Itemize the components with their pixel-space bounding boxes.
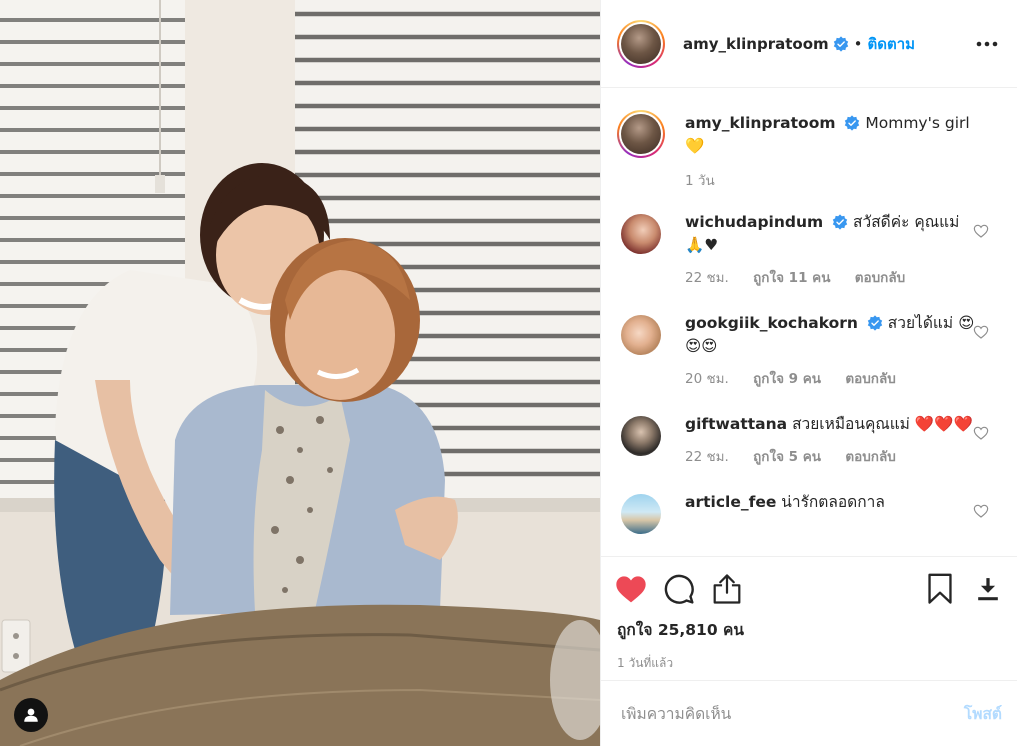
reply-button[interactable]: ตอบกลับ	[855, 270, 905, 286]
commenter-avatar[interactable]	[621, 214, 661, 254]
verified-badge-icon	[832, 214, 848, 230]
caption-author-avatar[interactable]	[617, 110, 665, 158]
comment-time[interactable]: 22 ชม.	[685, 449, 729, 465]
comment-likes[interactable]: ถูกใจ 9 คน	[753, 371, 821, 387]
share-button[interactable]	[707, 569, 747, 609]
comment-like-button[interactable]	[973, 324, 989, 340]
post-photo[interactable]	[0, 0, 600, 746]
heart-outline-icon	[973, 504, 989, 518]
author-avatar[interactable]	[617, 19, 665, 68]
comment-emoji: ❤️❤️❤️	[914, 415, 973, 433]
post-header: amy_klinpratoom • ติดตาม	[601, 0, 1017, 88]
comment-item: giftwattana สวยเหมือนคุณแม่ ❤️❤️❤️ 22 ชม…	[617, 413, 1001, 469]
caption-time[interactable]: 1 วัน	[685, 173, 715, 189]
photo-illustration	[0, 0, 600, 746]
verified-badge-icon	[833, 35, 849, 52]
comment-composer: โพสต์	[601, 680, 1017, 746]
download-button[interactable]	[968, 569, 1008, 609]
heart-filled-icon	[616, 576, 646, 603]
post-actions: ถูกใจ 25,810 คน 1 วันที่แล้ว	[601, 556, 1017, 673]
heart-outline-icon	[973, 224, 989, 238]
follow-button[interactable]: ติดตาม	[868, 32, 916, 56]
comment-emoji: 🙏♥	[685, 236, 719, 254]
comment-text: สวยได้แม่	[887, 314, 954, 332]
comment-likes[interactable]: ถูกใจ 5 คน	[753, 449, 821, 465]
comment-username[interactable]: gookgiik_kochakorn	[685, 314, 858, 332]
caption-emoji: 💛	[685, 137, 705, 155]
share-icon	[713, 574, 741, 604]
comment-username[interactable]: article_fee	[685, 493, 776, 511]
save-button[interactable]	[920, 569, 960, 609]
commenter-avatar[interactable]	[621, 416, 661, 456]
author-username[interactable]: amy_klinpratoom	[683, 35, 829, 53]
post-timestamp[interactable]: 1 วันที่แล้ว	[617, 654, 1002, 673]
comment-username[interactable]: giftwattana	[685, 415, 787, 433]
caption: amy_klinpratoom Mommy's girl 💛 1 วัน	[617, 108, 1001, 193]
comment-button[interactable]	[659, 569, 699, 609]
download-icon	[978, 578, 998, 601]
commenter-avatar[interactable]	[621, 315, 661, 355]
heart-outline-icon	[973, 325, 989, 339]
speech-bubble-icon	[664, 574, 694, 604]
comment-like-button[interactable]	[973, 223, 989, 239]
comment-like-button[interactable]	[973, 425, 989, 441]
reply-button[interactable]: ตอบกลับ	[845, 371, 895, 387]
like-button[interactable]	[611, 569, 651, 609]
comment-item: article_fee น่ารักตลอดกาล	[617, 491, 1001, 534]
comment-likes[interactable]: ถูกใจ 11 คน	[753, 270, 830, 286]
caption-text: Mommy's girl	[865, 114, 970, 132]
comment-time[interactable]: 22 ชม.	[685, 270, 729, 286]
likes-count[interactable]: ถูกใจ 25,810 คน	[617, 617, 1002, 642]
comment-text: สวัสดีค่ะ คุณแม่	[853, 213, 960, 231]
commenter-avatar[interactable]	[621, 494, 661, 534]
bookmark-icon	[928, 573, 952, 604]
header-separator: •	[853, 34, 863, 53]
reply-button[interactable]: ตอบกลับ	[845, 449, 895, 465]
ellipsis-icon	[976, 41, 998, 46]
more-options-button[interactable]	[973, 32, 1001, 56]
comment-item: gookgiik_kochakorn สวยได้แม่ 😍😍😍 20 ชม. …	[617, 312, 1001, 391]
comments-list[interactable]: amy_klinpratoom Mommy's girl 💛 1 วัน wic…	[601, 88, 1017, 556]
post-details-panel: amy_klinpratoom • ติดตาม amy_klinpratoom	[600, 0, 1017, 746]
comment-text: สวยเหมือนคุณแม่	[792, 415, 910, 433]
comment-input[interactable]	[621, 704, 964, 723]
user-tag-icon	[24, 708, 38, 722]
caption-username[interactable]: amy_klinpratoom	[685, 114, 836, 132]
comment-text: น่ารักตลอดกาล	[781, 493, 885, 511]
heart-outline-icon	[973, 426, 989, 440]
verified-badge-icon	[844, 115, 860, 131]
verified-badge-icon	[867, 315, 883, 331]
comment-item: wichudapindum สวัสดีค่ะ คุณแม่ 🙏♥ 22 ชม.…	[617, 211, 1001, 290]
comment-time[interactable]: 20 ชม.	[685, 371, 729, 387]
post-comment-button[interactable]: โพสต์	[964, 701, 1002, 726]
comment-like-button[interactable]	[973, 503, 989, 519]
user-tag-button[interactable]	[14, 698, 48, 732]
comment-username[interactable]: wichudapindum	[685, 213, 823, 231]
